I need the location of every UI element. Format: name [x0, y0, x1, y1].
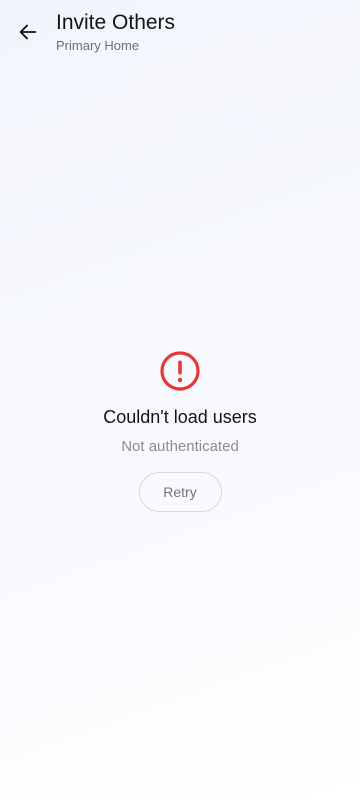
error-title: Couldn't load users — [103, 407, 257, 427]
arrow-back-icon — [19, 24, 37, 40]
page-title: Invite Others — [56, 11, 176, 34]
error-message: Not authenticated — [121, 438, 239, 455]
retry-button[interactable]: Retry — [138, 472, 222, 512]
app-bar: Invite Others Primary Home — [0, 0, 360, 64]
error-circle-icon — [160, 351, 200, 391]
title-block: Invite Others Primary Home — [56, 10, 175, 55]
error-state: Couldn't load users Not authenticated Re… — [0, 350, 360, 512]
page-subtitle: Primary Home — [56, 38, 140, 53]
back-button[interactable] — [12, 16, 44, 48]
